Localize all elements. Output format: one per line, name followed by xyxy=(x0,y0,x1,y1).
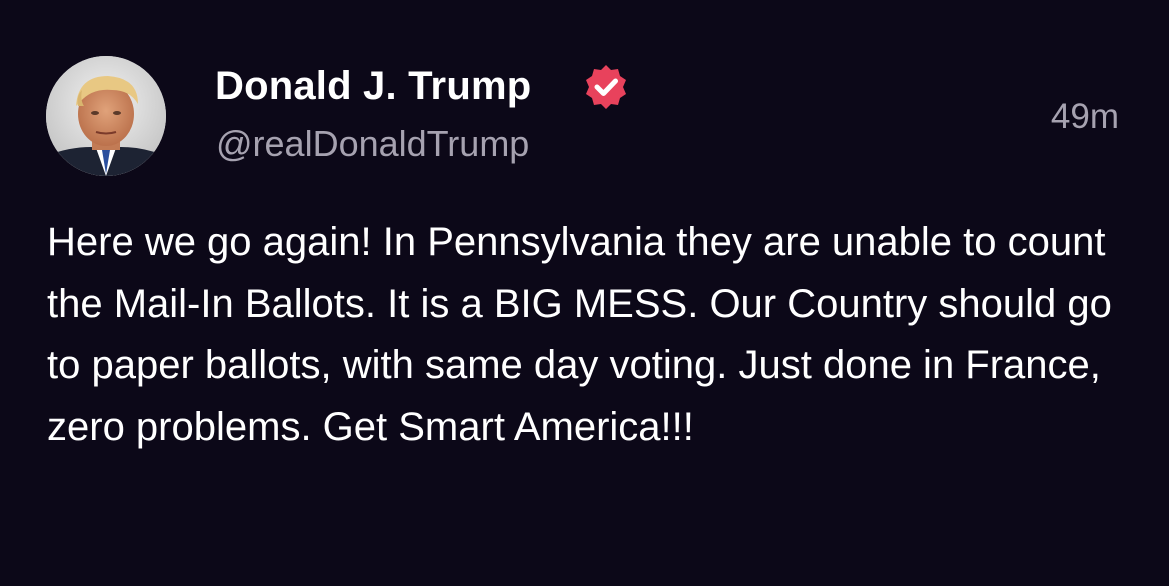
avatar-image xyxy=(46,56,166,176)
post-card: Donald J. Trump @realDonaldTrump 49m Her… xyxy=(0,0,1169,586)
post-timestamp[interactable]: 49m xyxy=(1051,95,1119,139)
author-handle[interactable]: @realDonaldTrump xyxy=(216,122,529,166)
post-body-text: Here we go again! In Pennsylvania they a… xyxy=(47,220,1112,449)
avatar[interactable] xyxy=(46,56,166,176)
verified-badge-icon xyxy=(580,61,632,113)
author-name[interactable]: Donald J. Trump xyxy=(215,62,531,110)
